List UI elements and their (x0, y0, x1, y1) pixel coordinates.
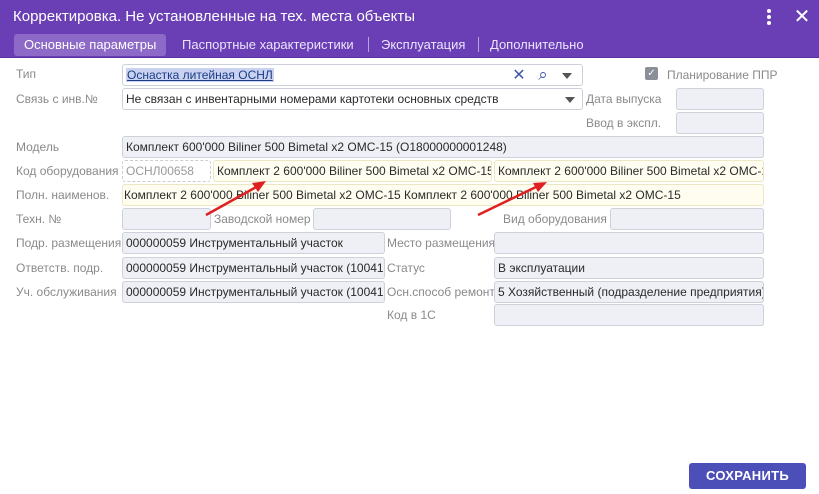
more-menu-icon[interactable] (760, 6, 778, 28)
kod-label: Код оборудования (16, 164, 119, 178)
poln-input[interactable]: Комплект 2 600'000 Biliner 500 Bimetal x… (122, 184, 764, 206)
save-button[interactable]: СОХРАНИТЬ (689, 463, 806, 489)
kod1c-label: Код в 1С (387, 308, 436, 322)
kod-input[interactable]: ОСНЛ00658 (122, 160, 211, 182)
svyaz-label: Связь с инв.№ (16, 92, 98, 106)
tip-value: Оснастка литейная ОСНЛ (126, 68, 274, 82)
vid-input[interactable] (610, 208, 764, 230)
vvod-input[interactable] (676, 112, 764, 134)
otv-input[interactable]: 000000059 Инструментальный участок (1004… (122, 257, 385, 279)
uch-label: Уч. обслуживания (16, 285, 117, 299)
zavod-label: Заводской номер (214, 212, 311, 226)
kod1c-input[interactable] (494, 304, 764, 326)
tehn-label: Техн. № (16, 212, 62, 226)
otv-label: Ответств. подр. (16, 261, 104, 275)
planirovanie-checkbox[interactable]: ✓ (645, 67, 658, 80)
kod-fullname-input[interactable]: Комплект 2 600'000 Biliner 500 Bimetal x… (494, 160, 764, 182)
tip-input[interactable]: Оснастка литейная ОСНЛ ✕ ⌕ (122, 64, 583, 86)
svyaz-select[interactable]: Не связан с инвентарными номерами картот… (122, 88, 583, 110)
podr-razm-input[interactable]: 000000059 Инструментальный участок (122, 232, 385, 254)
osn-sposob-input[interactable]: 5 Хозяйственный (подразделение предприят… (494, 281, 764, 303)
model-label: Модель (16, 140, 60, 154)
osn-sposob-label: Осн.способ ремонта (387, 285, 502, 299)
vvod-label: Ввод в экспл. (586, 116, 662, 130)
status-input[interactable]: В эксплуатации (494, 257, 764, 279)
chevron-down-icon[interactable] (565, 97, 575, 103)
uch-input[interactable]: 000000059 Инструментальный участок (1004… (122, 281, 385, 303)
close-icon[interactable]: ✕ (790, 5, 814, 29)
window-title: Корректировка. Не установленные на тех. … (13, 8, 415, 25)
mesto-input[interactable] (494, 232, 764, 254)
tip-label: Тип (16, 67, 37, 81)
mesto-label: Место размещения (387, 236, 496, 250)
kod-name-input[interactable]: Комплект 2 600'000 Biliner 500 Bimetal x… (213, 160, 492, 182)
svyaz-value: Не связан с инвентарными номерами картот… (126, 92, 499, 106)
tab-additional[interactable]: Дополнительно (490, 34, 584, 56)
title-bar: Корректировка. Не установленные на тех. … (0, 0, 819, 58)
vid-label: Вид оборудования (503, 212, 607, 226)
tab-divider (478, 37, 479, 52)
status-label: Статус (387, 261, 425, 275)
data-vypuska-label: Дата выпуска (586, 92, 662, 106)
data-vypuska-input[interactable] (676, 88, 764, 110)
poln-label: Полн. наименов. (16, 188, 110, 202)
zavod-input[interactable] (313, 208, 451, 230)
tab-exploitation[interactable]: Эксплуатация (381, 34, 465, 56)
chevron-down-icon[interactable] (562, 73, 572, 79)
search-icon[interactable]: ⌕ (533, 65, 553, 85)
clear-icon[interactable]: ✕ (510, 65, 528, 85)
planirovanie-label: Планирование ППР (667, 68, 778, 82)
tab-divider (368, 37, 369, 52)
tab-passport-characteristics[interactable]: Паспортные характеристики (182, 34, 354, 56)
tehn-input[interactable] (122, 208, 211, 230)
podr-razm-label: Подр. размещения (16, 236, 122, 250)
model-input[interactable]: Комплект 600'000 Biliner 500 Bimetal x2 … (122, 136, 764, 158)
tab-main-parameters[interactable]: Основные параметры (14, 34, 167, 56)
